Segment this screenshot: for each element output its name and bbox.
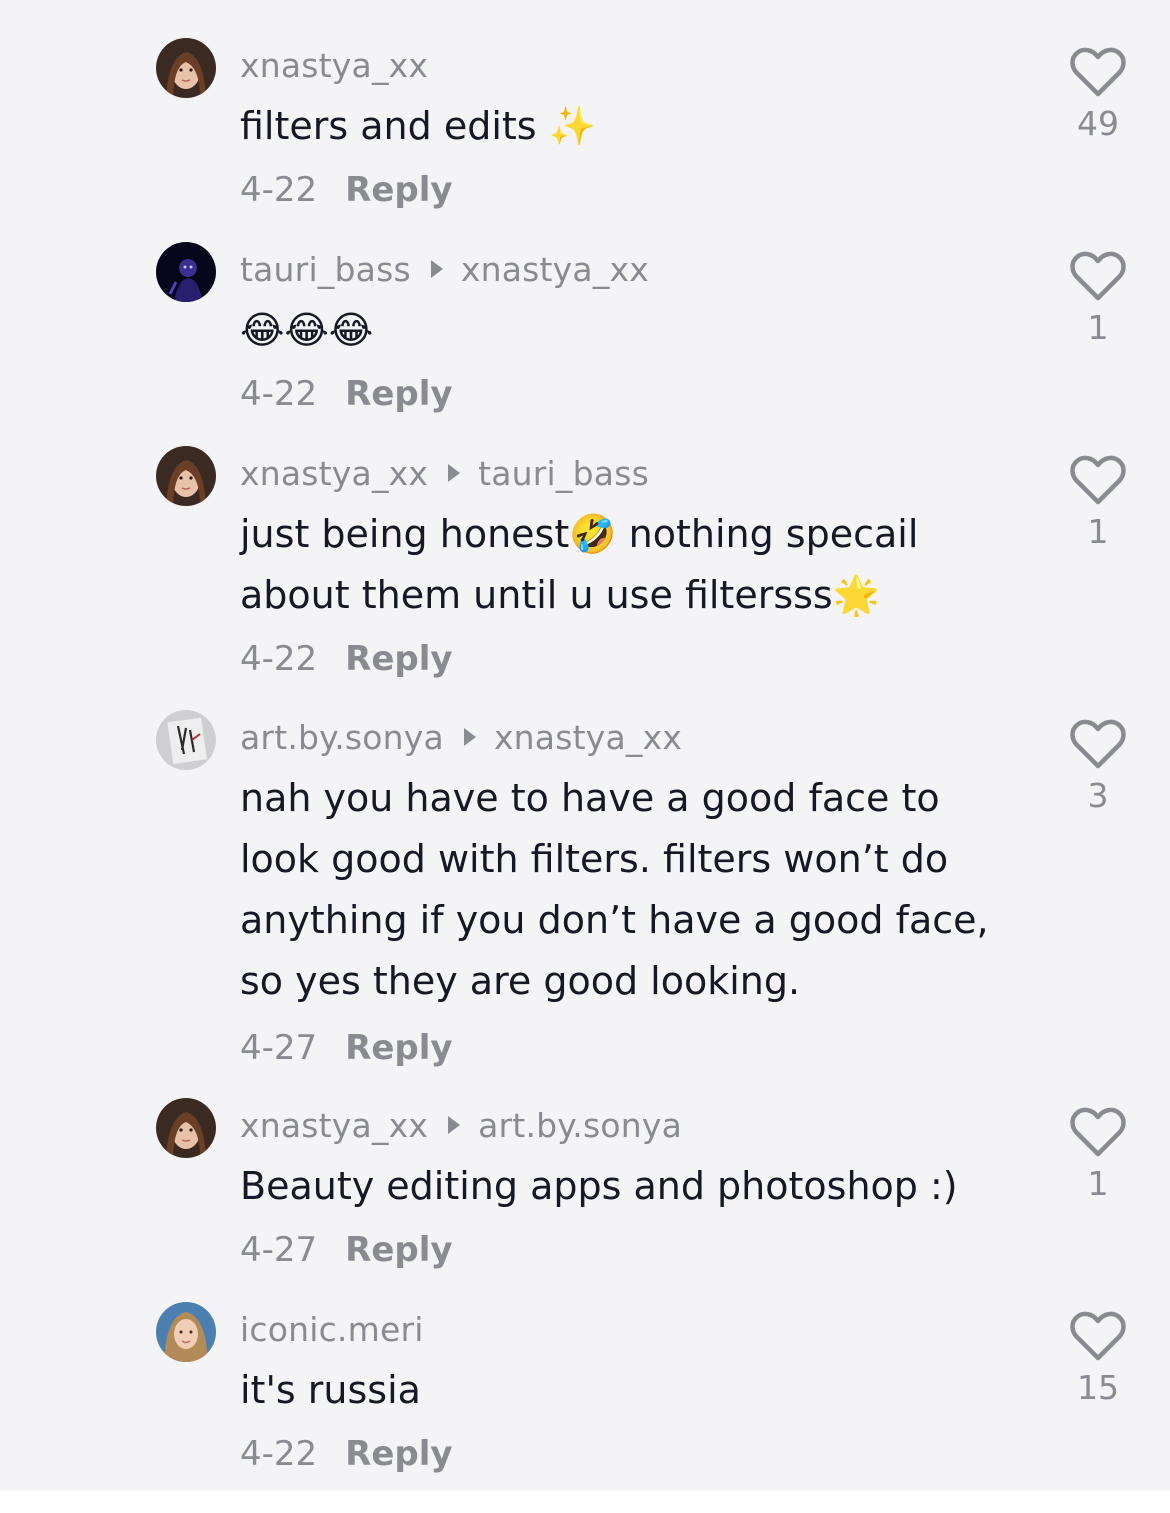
avatar-photo [156,1098,216,1158]
reply-button[interactable]: Reply [345,1028,452,1068]
like-count: 1 [1087,308,1109,347]
comments-list: xnastya_xx filters and edits ✨ 4-22 Repl… [0,0,1170,1490]
comment-date: 4-27 [240,1028,318,1068]
avatar-photo [156,1302,216,1362]
like-count: 1 [1087,1164,1109,1203]
comment-date: 4-22 [240,639,318,679]
reply-to-username[interactable]: art.by.sonya [478,1106,682,1145]
comment-header: xnastya_xx art.by.sonya [240,1098,682,1152]
avatar-photo [156,242,216,302]
comment-header: tauri_bass xnastya_xx [240,242,649,296]
comment-text: filters and edits ✨ [240,104,596,148]
comment-meta: 4-27 Reply [240,1230,453,1270]
username[interactable]: iconic.meri [240,1310,424,1349]
comment-text: Beauty editing apps and photoshop :) [240,1164,958,1208]
comment-date: 4-22 [240,170,318,210]
heart-icon [1070,719,1126,769]
avatar[interactable] [156,446,216,506]
reply-button[interactable]: Reply [345,639,452,679]
avatar[interactable] [156,1302,216,1362]
username[interactable]: xnastya_xx [240,454,428,493]
like-count: 3 [1087,776,1109,815]
reply-arrow-icon [448,1116,461,1134]
reply-to-username[interactable]: xnastya_xx [461,250,649,289]
avatar[interactable] [156,710,216,770]
avatar[interactable] [156,38,216,98]
heart-icon [1070,455,1126,505]
avatar-photo [156,446,216,506]
like-count: 1 [1087,512,1109,551]
like-button[interactable]: 1 [1060,1106,1136,1204]
avatar[interactable] [156,242,216,302]
comment-text: nah you have to have a good face to look… [240,776,1001,1003]
heart-icon [1070,47,1126,97]
avatar-photo [156,710,216,770]
username[interactable]: xnastya_xx [240,46,428,85]
reply-button[interactable]: Reply [345,1434,452,1474]
avatar[interactable] [156,1098,216,1158]
username[interactable]: art.by.sonya [240,718,444,757]
comment-text: it's russia [240,1368,421,1412]
comment-date: 4-27 [240,1230,318,1270]
comment-header: iconic.meri [240,1302,424,1356]
like-button[interactable]: 15 [1060,1310,1136,1408]
username[interactable]: tauri_bass [240,250,411,289]
comment-text: just being honest🤣 nothing specail about… [240,512,931,617]
avatar-photo [156,38,216,98]
heart-icon [1070,251,1126,301]
reply-to-username[interactable]: tauri_bass [478,454,649,493]
like-button[interactable]: 1 [1060,250,1136,348]
like-count: 49 [1077,104,1119,143]
like-count: 15 [1077,1368,1119,1407]
reply-button[interactable]: Reply [345,374,452,414]
comment-meta: 4-22 Reply [240,639,453,679]
like-button[interactable]: 49 [1060,46,1136,144]
comment-meta: 4-22 Reply [240,170,453,210]
username[interactable]: xnastya_xx [240,1106,428,1145]
reply-arrow-icon [448,464,461,482]
reply-button[interactable]: Reply [345,1230,452,1270]
comment-meta: 4-22 Reply [240,1434,453,1474]
reply-button[interactable]: Reply [345,170,452,210]
comment-header: xnastya_xx tauri_bass [240,446,649,500]
comment-date: 4-22 [240,374,318,414]
comment-date: 4-22 [240,1434,318,1474]
reply-arrow-icon [463,728,476,746]
reply-to-username[interactable]: xnastya_xx [494,718,682,757]
comment-text: 😂😂😂 [240,308,374,352]
comment-meta: 4-22 Reply [240,374,453,414]
heart-icon [1070,1311,1126,1361]
comment-header: art.by.sonya xnastya_xx [240,710,682,764]
reply-arrow-icon [430,260,443,278]
heart-icon [1070,1107,1126,1157]
comment-meta: 4-27 Reply [240,1028,453,1068]
comment-header: xnastya_xx [240,38,428,92]
like-button[interactable]: 1 [1060,454,1136,552]
like-button[interactable]: 3 [1060,718,1136,816]
